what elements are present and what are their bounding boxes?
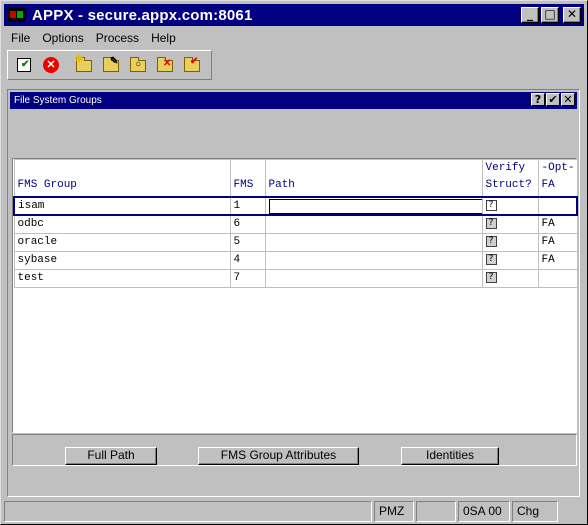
status-mode: Chg [512, 501, 558, 522]
action-button-bar: Full Path FMS Group Attributes Identitie… [12, 434, 577, 466]
menu-help[interactable]: Help [145, 31, 182, 45]
fms-group-table: FMS Group FMS Path Verify Struct? -Opt- FA… [12, 158, 578, 433]
col-header-opt: -Opt- FA [537, 159, 578, 198]
status-bar: PMZ 0SA 00 Chg [4, 501, 586, 523]
cell-path[interactable] [264, 268, 483, 288]
cell-opt[interactable]: FA [537, 232, 578, 252]
verify-lookup-icon[interactable]: ? [485, 271, 497, 283]
cell-verify[interactable]: ? [481, 214, 539, 234]
col-header-verify: Verify Struct? [481, 159, 539, 198]
cell-fms-group[interactable]: test [13, 268, 231, 288]
dialog-ok-button[interactable]: ✔ [546, 93, 560, 106]
cell-fms-group[interactable]: isam [13, 196, 231, 216]
change-tool-button[interactable]: ✎ [99, 54, 123, 76]
cell-verify[interactable]: ? [481, 232, 539, 252]
verify-lookup-icon[interactable]: ? [485, 218, 497, 230]
verify-lookup-icon[interactable]: ? [485, 253, 497, 265]
appx-window: APPX - secure.appx.com:8061 _ □ ✕ File O… [0, 0, 588, 525]
cell-fms-group[interactable]: sybase [13, 250, 231, 270]
cell-path[interactable] [264, 214, 483, 234]
table-row[interactable]: odbc 6 ? FA [13, 214, 578, 234]
menu-bar: File Options Process Help [4, 28, 584, 47]
table-row[interactable]: oracle 5 ? FA [13, 232, 578, 252]
col-header-fms-group: FMS Group [13, 159, 231, 198]
delete-tool-button[interactable]: ✕ [153, 54, 177, 76]
maximize-button[interactable]: □ [541, 7, 559, 23]
status-message [4, 501, 372, 522]
fms-group-attributes-button[interactable]: FMS Group Attributes [198, 447, 359, 465]
table-row[interactable]: sybase 4 ? FA [13, 250, 578, 270]
window-title: APPX - secure.appx.com:8061 [32, 6, 253, 24]
cell-fms[interactable]: 6 [229, 214, 266, 234]
cell-verify[interactable]: ? [481, 196, 539, 216]
verify-lookup-icon[interactable]: ? [485, 199, 497, 211]
full-path-button[interactable]: Full Path [65, 447, 157, 465]
path-input[interactable] [268, 199, 481, 213]
cell-opt[interactable] [537, 196, 578, 216]
close-button[interactable]: ✕ [563, 7, 581, 23]
status-user: PMZ [374, 501, 414, 522]
identities-button[interactable]: Identities [401, 447, 499, 465]
menu-options[interactable]: Options [36, 31, 89, 45]
cell-fms[interactable]: 5 [229, 232, 266, 252]
cell-fms[interactable]: 7 [229, 268, 266, 288]
cell-verify[interactable]: ? [481, 268, 539, 288]
cancel-icon: ✕ [43, 57, 59, 73]
table-row[interactable]: isam 1 ? [13, 196, 578, 216]
menu-process[interactable]: Process [90, 31, 145, 45]
status-empty [416, 501, 456, 522]
cell-opt[interactable]: FA [537, 214, 578, 234]
cancel-tool-button[interactable]: ✕ [39, 54, 63, 76]
toolbar: ✔ ✕ ✱ ✎ ○ ✕ ✔ [7, 50, 212, 80]
dialog-title: File System Groups [14, 95, 102, 106]
cell-path[interactable] [264, 232, 483, 252]
cell-opt[interactable] [537, 268, 578, 288]
minimize-button[interactable]: _ [521, 7, 539, 23]
status-application: 0SA 00 [458, 501, 510, 522]
cell-opt[interactable]: FA [537, 250, 578, 270]
verify-lookup-icon[interactable]: ? [485, 235, 497, 247]
file-system-groups-dialog: File System Groups ? ✔ ✕ FMS Group FMS P… [7, 89, 580, 497]
ok-tool-button[interactable]: ✔ [12, 54, 36, 76]
verify-tool-button[interactable]: ✔ [180, 54, 204, 76]
appx-logo-icon [8, 8, 26, 22]
cell-fms[interactable]: 4 [229, 250, 266, 270]
menu-file[interactable]: File [4, 31, 36, 45]
col-header-path: Path [264, 159, 483, 198]
cell-path[interactable] [264, 250, 483, 270]
add-tool-button[interactable]: ✱ [72, 54, 96, 76]
title-bar[interactable]: APPX - secure.appx.com:8061 _ □ ✕ [4, 4, 584, 26]
dialog-title-bar: File System Groups ? ✔ ✕ [10, 92, 577, 109]
dialog-close-button[interactable]: ✕ [561, 93, 575, 106]
cell-fms-group[interactable]: odbc [13, 214, 231, 234]
cell-fms-group[interactable]: oracle [13, 232, 231, 252]
dialog-help-button[interactable]: ? [531, 93, 545, 106]
cell-fms[interactable]: 1 [229, 196, 266, 216]
cell-verify[interactable]: ? [481, 250, 539, 270]
table-header-row: FMS Group FMS Path Verify Struct? -Opt- FA [13, 159, 578, 198]
col-header-fms: FMS [229, 159, 266, 198]
inquire-tool-button[interactable]: ○ [126, 54, 150, 76]
cell-path[interactable] [264, 196, 483, 216]
table-row[interactable]: test 7 ? [13, 268, 578, 288]
